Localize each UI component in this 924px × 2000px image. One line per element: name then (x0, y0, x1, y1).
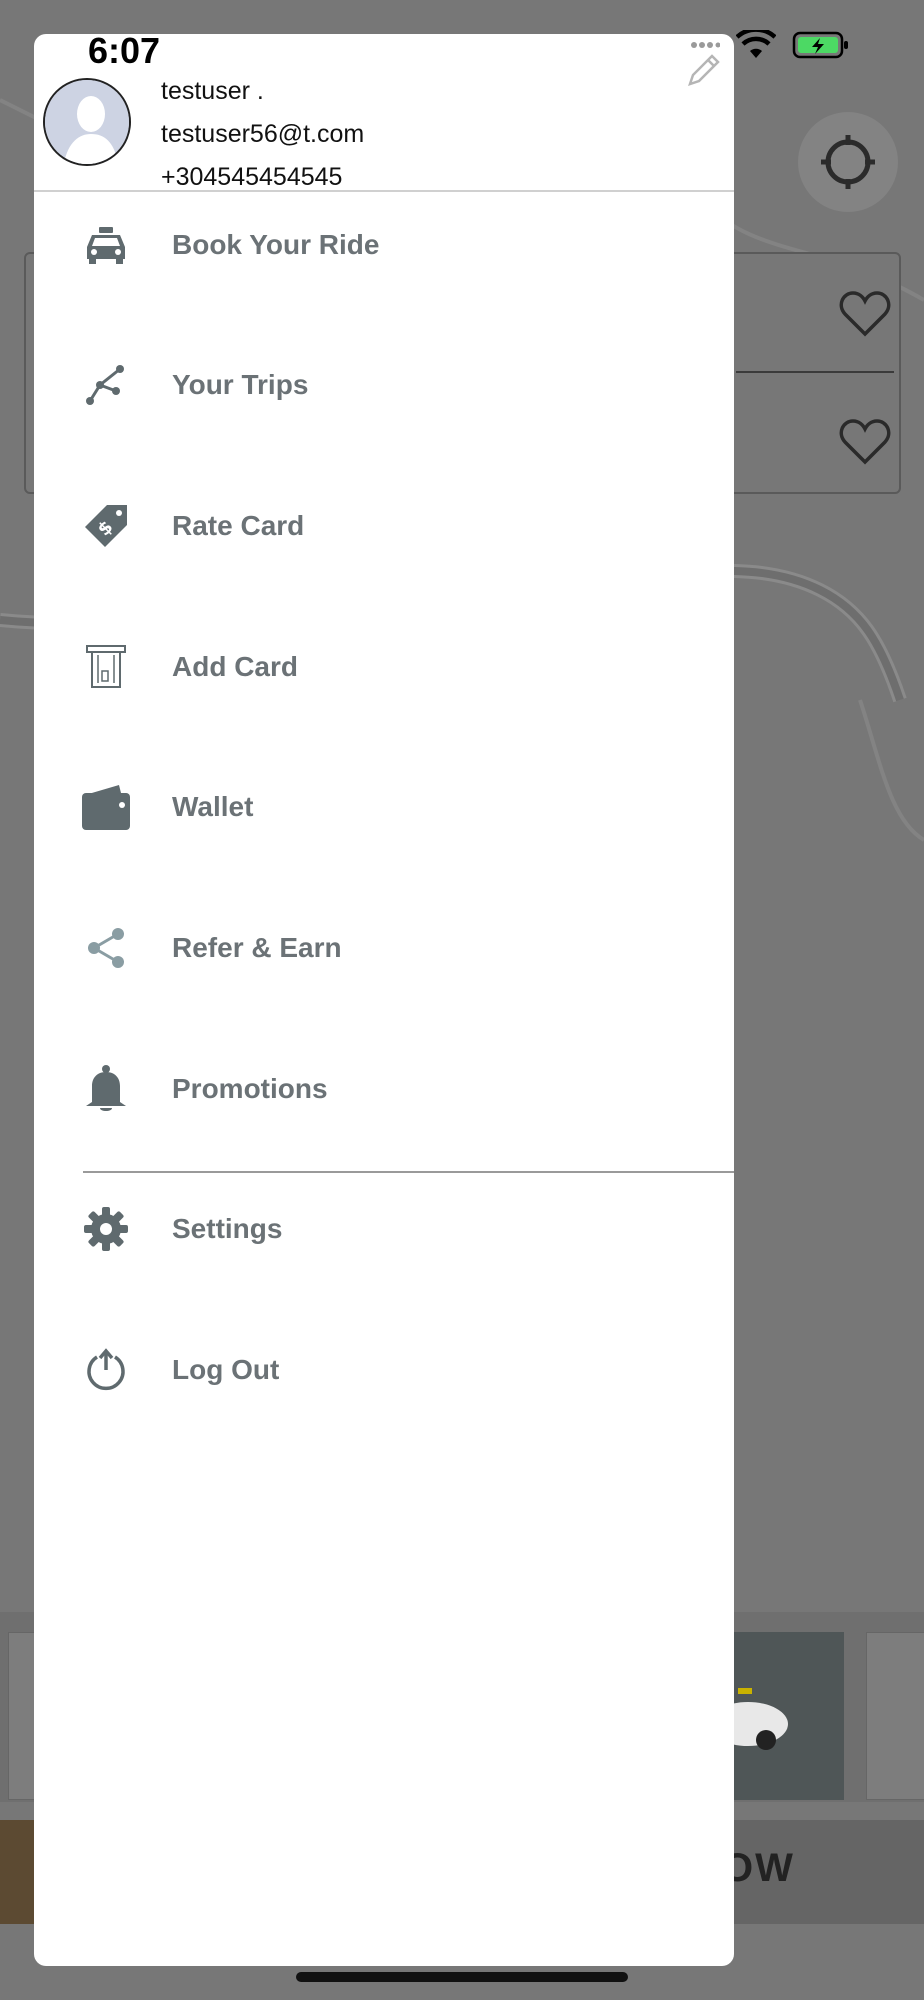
menu-item-label: Refer & Earn (172, 932, 342, 963)
menu-divider (83, 1171, 734, 1173)
status-icons (690, 30, 850, 60)
taxi-icon (80, 219, 132, 271)
route-icon (80, 359, 132, 411)
avatar[interactable] (43, 78, 131, 166)
panel-divider (736, 371, 894, 373)
menu-item-label: Rate Card (172, 510, 305, 541)
menu-item-label: Add Card (172, 651, 298, 682)
user-email: testuser56@t.com (161, 120, 365, 148)
gear-icon (80, 1203, 132, 1255)
menu-item-promotions[interactable]: Promotions (34, 1044, 734, 1134)
menu-item-wallet[interactable]: Wallet (34, 762, 734, 852)
heart-icon[interactable] (839, 290, 891, 338)
share-icon (80, 922, 132, 974)
status-time: 6:07 (88, 30, 161, 71)
menu-item-label: Wallet (172, 791, 254, 822)
menu-item-label: Promotions (172, 1073, 328, 1104)
wallet-icon (80, 781, 132, 833)
user-info: testuser . testuser56@t.com +30454545454… (161, 70, 364, 199)
user-silhouette-icon (45, 80, 129, 164)
bell-icon (80, 1063, 132, 1115)
wifi-icon (736, 30, 776, 58)
crosshair-icon (821, 135, 875, 189)
user-name: testuser . (161, 77, 264, 105)
menu-item-rate-card[interactable]: $ Rate Card (34, 481, 734, 571)
menu-item-log-out[interactable]: Log Out (34, 1325, 734, 1415)
heart-icon[interactable] (839, 418, 891, 466)
menu-item-label: Log Out (172, 1354, 280, 1385)
home-indicator (296, 1972, 628, 1982)
vehicle-card[interactable] (866, 1632, 924, 1800)
user-phone: +304545454545 (161, 163, 343, 191)
menu-item-settings[interactable]: Settings (34, 1184, 734, 1274)
navigation-drawer: testuser . testuser56@t.com +30454545454… (34, 34, 734, 1966)
menu-item-refer-earn[interactable]: Refer & Earn (34, 903, 734, 993)
menu-item-add-card[interactable]: Add Card (34, 622, 734, 712)
price-tag-icon: $ (80, 500, 132, 552)
car-image (728, 1688, 788, 1750)
menu-item-book-your-ride[interactable]: Book Your Ride (34, 200, 734, 290)
power-icon (80, 1344, 132, 1396)
menu-item-label: Your Trips (172, 369, 309, 400)
vehicle-card-selected[interactable] (728, 1632, 844, 1800)
menu-item-your-trips[interactable]: Your Trips (34, 340, 734, 430)
signal-dots-icon (691, 42, 720, 48)
menu-item-label: Settings (172, 1213, 283, 1244)
locate-me-button[interactable] (798, 112, 898, 212)
card-icon (80, 641, 132, 693)
battery-icon (792, 31, 848, 59)
menu-item-label: Book Your Ride (172, 229, 380, 260)
